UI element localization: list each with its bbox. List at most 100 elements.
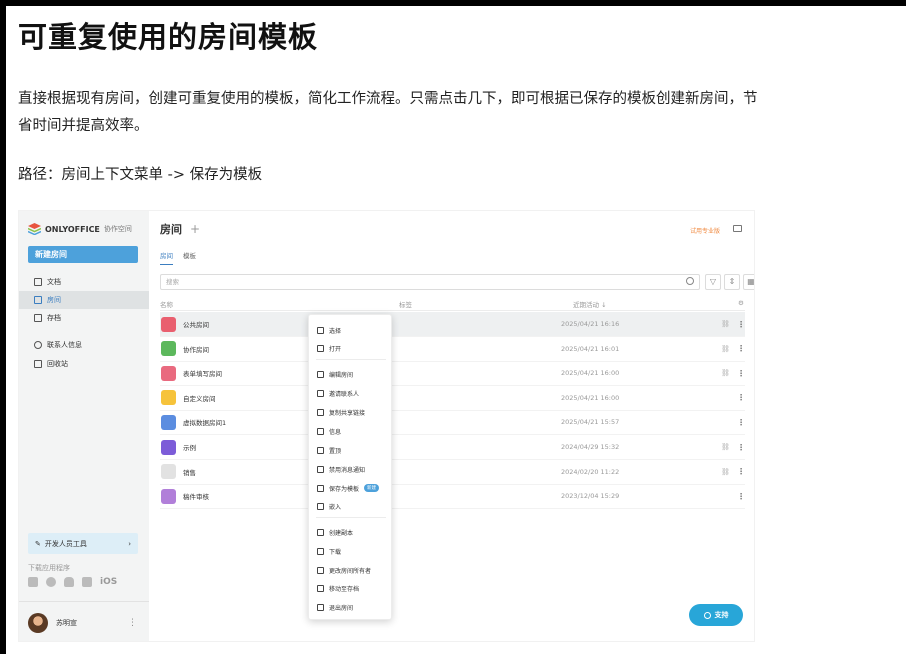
room-date: 2025/04/21 16:00	[561, 369, 620, 378]
more-vertical-icon[interactable]: ⋮	[737, 393, 745, 402]
logo-sub: 协作空间	[103, 225, 132, 233]
ios-label[interactable]: iOS	[100, 577, 117, 587]
menu-item[interactable]: 复制共享链接	[309, 405, 393, 419]
more-vertical-icon[interactable]: ⋮	[737, 369, 745, 378]
document-icon	[34, 278, 42, 286]
menu-item-label: 创建副本	[329, 529, 354, 537]
more-vertical-icon[interactable]: ⋮	[737, 492, 745, 501]
menu-item[interactable]: 创建副本	[309, 525, 393, 539]
room-date: 2025/04/21 16:00	[561, 393, 620, 402]
sort-button[interactable]: ⇕	[724, 274, 740, 290]
tab-templates[interactable]: 模板	[183, 250, 196, 265]
menu-item[interactable]: 下载	[309, 544, 393, 558]
menu-item[interactable]: 嵌入	[309, 499, 393, 513]
user-profile[interactable]: 苏明宣 ⋮	[19, 601, 149, 641]
table-row[interactable]: 虚拟数据房间1 2025/04/21 15:57 ⋮	[160, 410, 745, 436]
rooms-icon	[34, 296, 42, 304]
room-icon	[161, 365, 176, 381]
search-input[interactable]: 搜索	[160, 274, 700, 290]
developer-tools-label: 开发人员工具	[44, 539, 87, 548]
new-room-button[interactable]: 新建房间	[28, 246, 138, 263]
tabs: 房间 模板	[160, 250, 196, 265]
room-date: 2025/04/21 15:57	[561, 418, 620, 427]
more-vertical-icon[interactable]: ⋮	[737, 418, 745, 427]
divider	[160, 310, 745, 311]
menu-item-label: 禁用消息通知	[329, 466, 366, 474]
invite-icon	[317, 389, 324, 397]
settings-icon[interactable]: ⚙	[738, 299, 744, 307]
leave-icon	[317, 603, 324, 611]
developer-tools-button[interactable]: ✎ 开发人员工具 ›	[28, 533, 138, 554]
menu-item-label: 移动至存档	[329, 585, 360, 593]
menu-item[interactable]: 编辑房间	[309, 367, 393, 381]
sidebar-item-rooms[interactable]: 房间	[19, 291, 149, 309]
folder-open-icon	[317, 344, 324, 352]
sidebar-item-archive[interactable]: 存档	[19, 309, 149, 327]
download-apps-row: iOS	[28, 577, 117, 587]
more-vertical-icon[interactable]: ⋮	[737, 467, 745, 476]
support-label: 支持	[714, 611, 729, 619]
more-vertical-icon[interactable]: ⋮	[737, 344, 745, 353]
table-row[interactable]: 稿件审核 2023/12/04 15:29 ⋮	[160, 484, 745, 510]
more-vertical-icon[interactable]: ⋮	[128, 618, 137, 628]
chevron-right-icon: ›	[128, 539, 131, 548]
windows-icon[interactable]	[28, 577, 38, 587]
menu-item-label: 更改房间所有者	[329, 567, 372, 575]
menu-item[interactable]: 保存为模板 新建	[309, 481, 393, 495]
main-content: 房间 + 试用专业版 房间 模板 搜索 ▽ ⇕ ▦ 名称 标签 近期活动 ↓ ⚙…	[149, 211, 755, 641]
trash-icon	[34, 360, 42, 368]
table-row[interactable]: 协作房间 2025/04/21 16:01 ⛓ ⋮	[160, 337, 745, 362]
table-row[interactable]: 公共房间 2025/04/21 16:16 ⛓ ⋮	[160, 312, 745, 337]
support-button[interactable]: 支持	[689, 604, 743, 626]
sidebar-item-trash[interactable]: 回收站	[19, 355, 149, 373]
link-icon[interactable]: ⛓	[721, 369, 730, 377]
chat-icon	[703, 611, 711, 619]
info-panel-icon[interactable]	[733, 225, 742, 232]
sidebar-item-label: 存档	[47, 314, 61, 322]
sidebar-item-contacts[interactable]: 联系人信息	[19, 336, 149, 354]
menu-separator	[316, 517, 386, 518]
macos-icon[interactable]	[46, 577, 56, 587]
download-icon	[317, 547, 324, 555]
info-icon	[317, 427, 324, 435]
menu-item[interactable]: 更改房间所有者	[309, 563, 393, 577]
menu-item[interactable]: 信息	[309, 424, 393, 438]
table-row[interactable]: 自定义房间 2025/04/21 16:00 ⋮	[160, 386, 745, 411]
column-name[interactable]: 名称	[160, 299, 173, 309]
filter-button[interactable]: ▽	[705, 274, 721, 290]
menu-item[interactable]: 选择	[309, 323, 393, 337]
trial-link[interactable]: 试用专业版	[690, 226, 720, 235]
menu-item-label: 编辑房间	[329, 371, 354, 379]
column-tags[interactable]: 标签	[399, 299, 412, 309]
menu-item[interactable]: 退出房间	[309, 600, 393, 614]
room-date: 2025/04/21 16:01	[561, 344, 620, 353]
more-vertical-icon[interactable]: ⋮	[737, 443, 745, 452]
link-icon[interactable]: ⛓	[721, 468, 730, 476]
grid-view-icon: ▦	[747, 277, 755, 286]
room-icon	[161, 439, 176, 455]
select-icon	[317, 326, 324, 334]
menu-item[interactable]: 禁用消息通知	[309, 462, 393, 476]
table-row[interactable]: 表单填写房间 2025/04/21 16:00 ⛓ ⋮	[160, 361, 745, 387]
tab-rooms[interactable]: 房间	[160, 250, 173, 265]
add-icon[interactable]: +	[190, 222, 200, 236]
link-icon[interactable]: ⛓	[721, 443, 730, 451]
room-icon	[161, 316, 176, 332]
android-icon[interactable]	[82, 577, 92, 587]
article-path: 路径：房间上下文菜单 -> 保存为模板	[18, 167, 263, 183]
menu-item[interactable]: 打开	[309, 341, 393, 355]
link-icon[interactable]: ⛓	[721, 320, 730, 328]
view-toggle-button[interactable]: ▦	[743, 274, 755, 290]
menu-item[interactable]: 移动至存档	[309, 581, 393, 595]
more-vertical-icon[interactable]: ⋮	[737, 320, 745, 329]
table-row[interactable]: 示例 2024/04/29 15:32 ⛓ ⋮	[160, 435, 745, 460]
link-icon[interactable]: ⛓	[721, 345, 730, 353]
table-row[interactable]: 销售 2024/02/20 11:22 ⛓ ⋮	[160, 460, 745, 485]
sidebar-item-documents[interactable]: 文档	[19, 273, 149, 291]
column-activity[interactable]: 近期活动 ↓	[573, 299, 607, 309]
menu-item-label: 保存为模板	[329, 485, 360, 493]
filter-icon: ▽	[709, 277, 717, 286]
linux-icon[interactable]	[64, 577, 74, 587]
menu-item[interactable]: 置顶	[309, 443, 393, 457]
menu-item[interactable]: 邀请联系人	[309, 386, 393, 400]
